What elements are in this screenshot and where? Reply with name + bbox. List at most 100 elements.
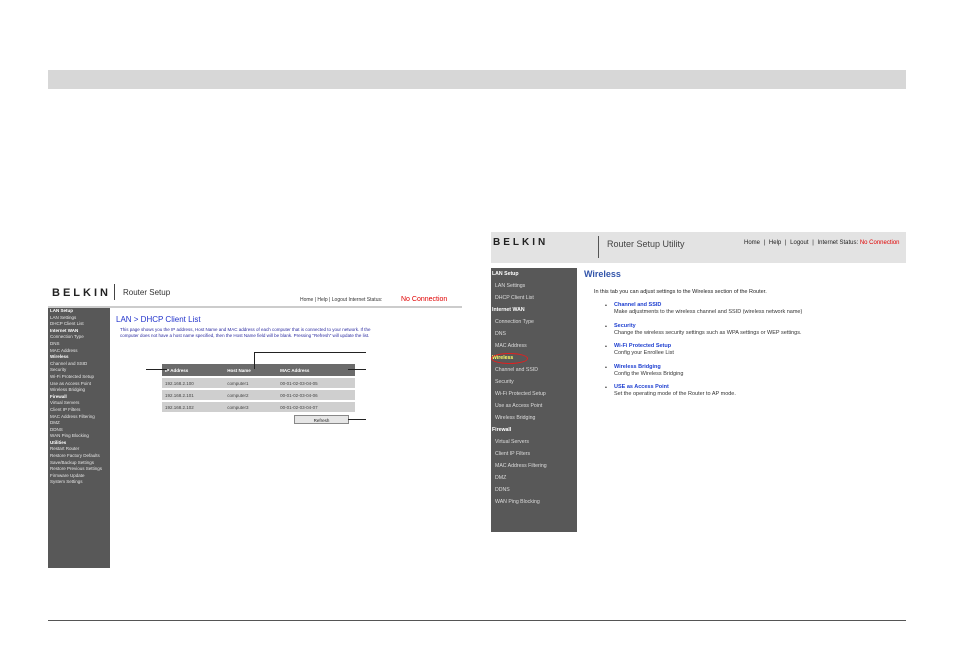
sidebar-item-restart-router[interactable]: Restart Router [48,446,110,453]
sidebar-item-channel-and-ssid[interactable]: Channel and SSID [48,361,110,368]
header-links: Home | Help | Logout | Internet Status: … [744,240,900,246]
sidebar-item-wireless-bridging[interactable]: Wireless Bridging [491,412,577,424]
sidebar-item-connection-type[interactable]: Connection Type [491,316,577,328]
wireless-options-list: • Channel and SSID Make adjustments to the… [603,302,802,405]
sidebar-item-mac-address-filtering[interactable]: MAC Address Filtering [48,414,110,421]
sidebar-item-restore-factory-defaults[interactable]: Restore Factory Defaults [48,453,110,460]
bullet-icon: • [605,303,607,309]
sidebar-item-wi-fi-protected-setup[interactable]: Wi-Fi Protected Setup [491,388,577,400]
sidebar-category-firewall: Firewall [50,393,67,399]
sidebar-item-wan-ping-blocking[interactable]: WAN Ping Blocking [48,433,110,440]
app-title: Router Setup Utility [607,239,685,249]
sidebar-category-lan-setup: LAN Setup [50,308,73,313]
sidebar-nav: LAN Setup LAN Settings DHCP Client List Int… [491,268,577,532]
internet-status-label: Internet Status: [817,240,859,246]
sidebar-item-use-as-access-point[interactable]: Use as Access Point [48,381,110,388]
router-header: BELKIN Router Setup Home | Help | Logout… [48,276,462,308]
option-description: Set the operating mode of the Router to … [614,391,736,397]
option-description: Config the Wireless Bridging [614,370,684,377]
help-link[interactable]: Help [769,240,781,246]
bullet-icon: • [605,364,607,371]
table-row: 192.168.2.102 computer3 00-01-02-03-04-0… [162,400,355,412]
sidebar-category-firewall: Firewall [492,427,512,433]
bullet-icon: • [605,385,607,391]
sidebar-item-client-ip-filters[interactable]: Client IP Filters [491,448,577,460]
sidebar-item-system-settings[interactable]: System Settings [48,479,110,486]
bullet-icon: • [605,323,607,330]
sidebar-category-wireless: Wireless [50,354,69,360]
option-link-use-as-access-point[interactable]: USE as Access Point [614,384,802,391]
sidebar-item-firmware-update[interactable]: Firmware Update [48,473,110,480]
header-divider [598,236,599,258]
table-cell: computer2 [224,388,278,401]
sidebar-item-use-as-access-point[interactable]: Use as Access Point [491,400,577,412]
home-link[interactable]: Home [744,240,760,246]
sidebar-item-connection-type[interactable]: Connection Type [48,334,110,341]
list-item: • USE as Access Point Set the operating mo… [603,384,802,398]
sidebar-item-dhcp-client-list[interactable]: DHCP Client List [48,321,110,328]
dhcp-client-list-screenshot: BELKIN Router Setup Home | Help | Logout… [48,276,462,568]
column-header-hostname: Host Name [224,364,278,377]
sidebar-item-mac-address-filtering[interactable]: MAC Address Filtering [491,460,577,472]
list-item: • Channel and SSID Make adjustments to the… [603,302,802,316]
column-header-ip: IP Address [162,364,225,377]
sidebar-item-virtual-servers[interactable]: Virtual Servers [48,400,110,407]
list-item: • Security Change the wireless security se… [603,323,802,337]
table-cell: 00-01-02-03-04-05 [277,376,355,389]
sidebar-item-wireless-bridging[interactable]: Wireless Bridging [48,387,110,394]
table-cell: 192.168.2.100 [162,376,225,389]
table-cell: computer1 [224,376,278,389]
sidebar-item-dns[interactable]: DNS [48,341,110,348]
sidebar-item-ddns[interactable]: DDNS [491,484,577,496]
option-description: Make adjustments to the wireless channel… [614,309,803,315]
belkin-logo: BELKIN [493,237,549,248]
option-link-wireless-bridging[interactable]: Wireless Bridging [614,364,802,371]
sidebar-item-client-ip-filters[interactable]: Client IP Filters [48,407,110,414]
option-link-wi-fi-protected-setup[interactable]: Wi-Fi Protected Setup [614,343,802,350]
sidebar-item-dns[interactable]: DNS [491,328,577,340]
callout-line-ip [146,369,167,370]
callout-line-mac [348,369,366,370]
connection-status: No Connection [859,240,900,246]
table-header-row: IP Address Host Name MAC Address [162,364,355,377]
page-intro: In this tab you can adjust settings to t… [594,289,767,295]
callout-line-refresh [348,419,366,420]
option-link-channel-and-ssid[interactable]: Channel and SSID [614,302,802,309]
dhcp-client-table: IP Address Host Name MAC Address 192.168… [162,364,355,412]
sidebar-item-security[interactable]: Security [48,367,110,374]
sidebar-nav: LAN Setup LAN Settings DHCP Client List Int… [48,308,110,568]
sidebar-category-wireless: Wireless [491,352,577,364]
sidebar-item-channel-and-ssid[interactable]: Channel and SSID [491,364,577,376]
refresh-button[interactable]: Refresh [294,415,349,424]
sidebar-item-wan-ping-blocking[interactable]: WAN Ping Blocking [491,496,577,508]
wireless-setup-screenshot: BELKIN Router Setup Utility Home | Help … [491,232,906,532]
table-cell: 192.168.2.102 [162,400,225,412]
table-cell: computer3 [224,400,278,412]
callout-line-hostname [254,352,255,369]
table-cell: 00-01-02-03-04-06 [277,388,355,401]
sidebar-category-lan-setup: LAN Setup [492,271,519,277]
table-row: 192.168.2.100 computer1 00-01-02-03-04-0… [162,376,355,389]
sidebar-item-mac-address[interactable]: MAC Address [48,348,110,355]
sidebar-item-virtual-servers[interactable]: Virtual Servers [491,436,577,448]
sidebar-item-security[interactable]: Security [491,376,577,388]
sidebar-item-ddns[interactable]: DDNS [48,427,110,434]
sidebar-item-lan-settings[interactable]: LAN Settings [491,280,577,292]
sidebar-item-lan-settings[interactable]: LAN Settings [48,315,110,322]
header-links[interactable]: Home | Help | Logout Internet Status: [300,297,382,303]
sidebar-item-restore-previous-settings[interactable]: Restore Previous Settings [48,466,110,473]
option-link-security[interactable]: Security [614,323,802,330]
sidebar-item-dhcp-client-list[interactable]: DHCP Client List [491,292,577,304]
bullet-icon: • [605,344,607,350]
footer-rule [48,620,906,621]
sidebar-item-wi-fi-protected-setup[interactable]: Wi-Fi Protected Setup [48,374,110,381]
sidebar-item-mac-address[interactable]: MAC Address [491,340,577,352]
logout-link[interactable]: Logout [790,240,808,246]
callout-line-hostname-h [254,352,366,353]
router-header: BELKIN Router Setup Utility Home | Help … [491,232,906,263]
sidebar-item-dmz[interactable]: DMZ [48,420,110,427]
sidebar-item-dmz[interactable]: DMZ [491,472,577,484]
connection-status: No Connection [401,296,448,303]
page-title: LAN > DHCP Client List [116,315,201,324]
sidebar-item-save-backup-settings[interactable]: Save/Backup Settings [48,460,110,467]
